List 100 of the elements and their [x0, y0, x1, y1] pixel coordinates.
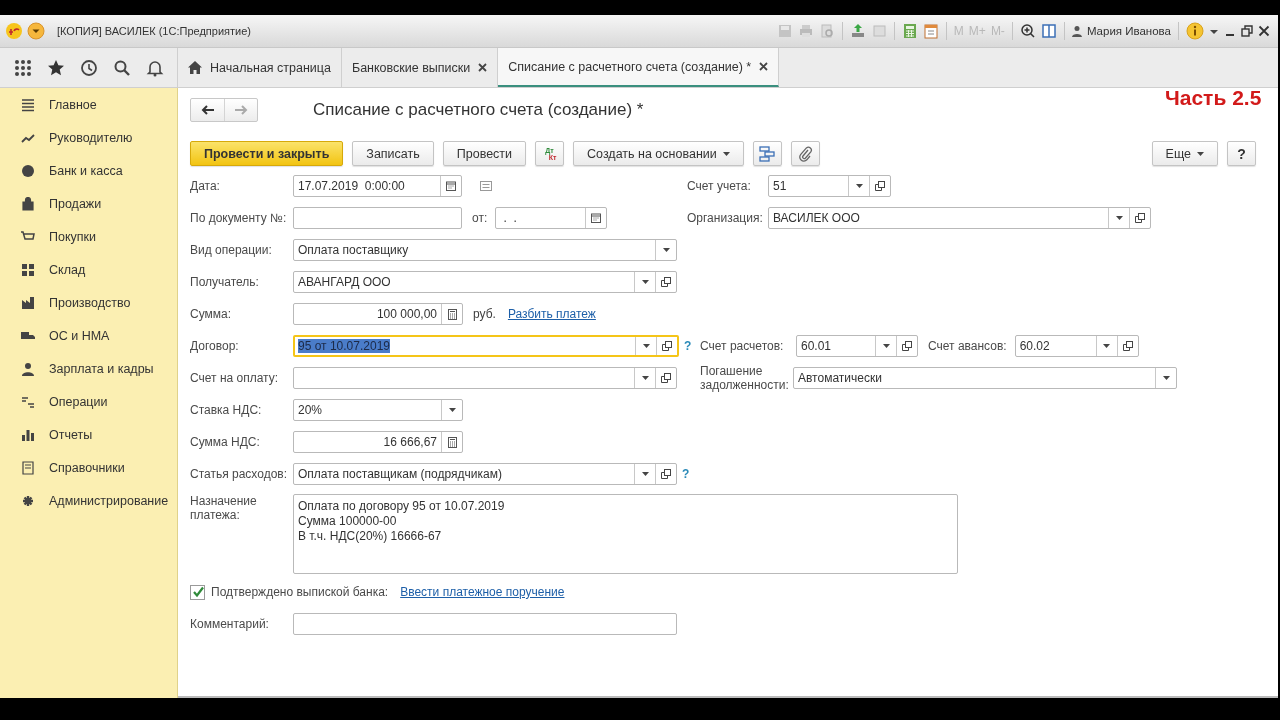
- paperclip-icon: [797, 145, 814, 162]
- field-label: По документу №:: [190, 211, 288, 225]
- toolbar-button[interactable]: Записать: [352, 141, 434, 166]
- date-field[interactable]: . .: [495, 207, 608, 229]
- field-label: Ставка НДС:: [190, 403, 263, 417]
- tab[interactable]: Списание с расчетного счета (создание) *: [498, 48, 780, 87]
- star-icon[interactable]: [46, 58, 65, 77]
- sidebar-item[interactable]: Главное: [0, 88, 177, 121]
- info-icon[interactable]: [1186, 22, 1204, 40]
- factory-icon: [21, 295, 35, 310]
- dropdown-field[interactable]: [293, 367, 677, 389]
- form-title: Списание с расчетного счета (создание) *: [313, 100, 644, 120]
- zoom-icon[interactable]: [1019, 23, 1036, 39]
- sidebar-item[interactable]: Справочники: [0, 451, 177, 484]
- help-link[interactable]: ?: [684, 339, 692, 353]
- more-button[interactable]: Еще: [1151, 141, 1218, 166]
- menu-caret-icon[interactable]: [27, 22, 45, 40]
- field-label: Назначение платежа:: [190, 494, 258, 522]
- link[interactable]: Ввести платежное поручение: [400, 585, 565, 599]
- dropdown-field[interactable]: ВАСИЛЕК ООО: [768, 207, 1151, 229]
- post-and-close-button[interactable]: Провести и закрыть: [190, 141, 344, 166]
- restore-icon[interactable]: [1241, 25, 1253, 37]
- home-icon: [188, 61, 202, 74]
- search-icon[interactable]: [112, 58, 131, 77]
- bell-icon[interactable]: [145, 58, 164, 77]
- sidebar-item[interactable]: Продажи: [0, 187, 177, 220]
- text-area[interactable]: Оплата по договору 95 от 10.07.2019 Сумма 100000-00 В т.ч. НДС(20%) 16666-67: [293, 494, 958, 574]
- dropdown-field[interactable]: 20%: [293, 399, 463, 421]
- user-name[interactable]: Мария Иванова: [1086, 25, 1171, 37]
- sidebar-item[interactable]: Отчеты: [0, 418, 177, 451]
- field-label: Комментарий:: [190, 617, 270, 631]
- text-field[interactable]: [293, 613, 677, 635]
- dropdown-field[interactable]: 51: [768, 175, 891, 197]
- field-label: от:: [471, 211, 489, 225]
- menu-button[interactable]: Создать на основании: [573, 141, 744, 166]
- close-icon[interactable]: [1258, 25, 1270, 37]
- dropdown-field[interactable]: АВАНГАРД ООО: [293, 271, 677, 293]
- grid-icon: [21, 262, 35, 277]
- sidebar-item[interactable]: Операции: [0, 385, 177, 418]
- book-icon: [21, 460, 35, 475]
- structure-button[interactable]: [752, 141, 782, 166]
- sidebar-item[interactable]: Банк и касса: [0, 154, 177, 187]
- field-label: Получатель:: [190, 275, 260, 289]
- apps-grid-icon[interactable]: [13, 58, 32, 77]
- user-icon: [1071, 25, 1082, 37]
- sidebar-item[interactable]: Производство: [0, 286, 177, 319]
- gear-icon: [21, 493, 35, 508]
- field-label: Счет на оплату:: [190, 371, 280, 385]
- back-arrow-icon: [200, 105, 215, 115]
- field-label: Счет авансов:: [927, 339, 1008, 353]
- person-icon: [21, 361, 35, 376]
- sidebar-item[interactable]: Руководителю: [0, 121, 177, 154]
- number-field[interactable]: 100 000,00: [293, 303, 463, 325]
- tab[interactable]: Начальная страница: [178, 48, 342, 87]
- overlay-caption: Часть 2.5: [1165, 86, 1262, 110]
- field-label: Организация:: [687, 211, 764, 225]
- checkbox[interactable]: [190, 584, 205, 600]
- help-button[interactable]: ?: [1227, 141, 1256, 166]
- field-label: Сумма НДС:: [190, 435, 261, 449]
- field-label: Договор:: [190, 339, 240, 353]
- caret-icon: [1197, 151, 1204, 156]
- sidebar-item[interactable]: Администрирование: [0, 484, 177, 517]
- list-icon[interactable]: [480, 181, 492, 191]
- close-icon[interactable]: [478, 63, 488, 72]
- menu-lines-icon: [21, 97, 35, 112]
- dropdown-field[interactable]: 60.01: [796, 335, 918, 357]
- dropdown-field[interactable]: 60.02: [1014, 335, 1139, 357]
- date-field[interactable]: 17.07.2019 0:00:00: [293, 175, 462, 197]
- field-label: Счет расчетов:: [700, 339, 785, 353]
- field-label: Вид операции:: [190, 243, 273, 257]
- dropdown-field[interactable]: Оплата поставщикам (подрядчикам): [293, 463, 677, 485]
- logo-icon: [5, 22, 23, 40]
- forward-arrow-icon: [234, 105, 248, 115]
- field-label: Погашение задолженности:: [700, 364, 790, 392]
- link[interactable]: Разбить платеж: [507, 307, 596, 321]
- field-label: Статья расходов:: [190, 467, 289, 481]
- field-label: Сумма:: [190, 307, 233, 321]
- dropdown-field[interactable]: Автоматически: [793, 367, 1177, 389]
- upload-icon[interactable]: [849, 23, 866, 39]
- caret-icon: [722, 151, 730, 156]
- panel-icon[interactable]: [1040, 23, 1057, 39]
- help-link[interactable]: ?: [682, 467, 690, 481]
- number-field[interactable]: 16 666,67: [293, 431, 463, 453]
- dropdown-field[interactable]: Оплата поставщику: [293, 239, 677, 261]
- field-label: Дата:: [190, 179, 221, 193]
- bar-chart-icon: [21, 427, 35, 442]
- text-field[interactable]: [293, 207, 462, 229]
- field-label: Счет учета:: [687, 179, 752, 193]
- window-title: [КОПИЯ] ВАСИЛЕК (1С:Предприятие): [57, 25, 251, 37]
- close-icon[interactable]: [759, 62, 769, 71]
- toolbar-button[interactable]: Провести: [442, 141, 527, 166]
- currency-label: руб.: [473, 307, 496, 321]
- checkbox-label[interactable]: Подтверждено выпиской банка:: [211, 585, 389, 599]
- history-icon[interactable]: [79, 58, 98, 77]
- sidebar-item[interactable]: ОС и НМА: [0, 319, 177, 352]
- structure-icon: [759, 145, 776, 162]
- attach-button[interactable]: [790, 141, 820, 166]
- sidebar-item[interactable]: Покупки: [0, 220, 177, 253]
- sidebar-item[interactable]: Зарплата и кадры: [0, 352, 177, 385]
- sidebar-item[interactable]: Склад: [0, 253, 177, 286]
